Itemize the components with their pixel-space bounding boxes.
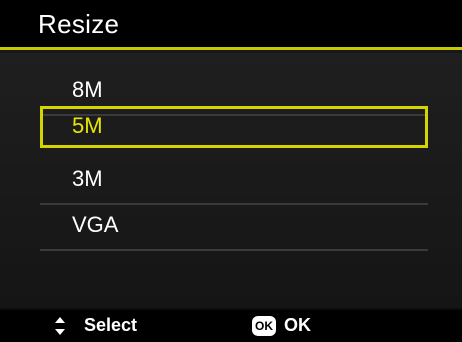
menu-item-3m[interactable]: 3M [40,159,428,205]
ok-button-icon: OK [252,315,276,336]
select-hint-label: Select [84,315,138,335]
resize-options-list: 8M 5M 3M VGA [0,53,462,308]
menu-item-vga[interactable]: VGA [40,205,428,251]
menu-item-5m[interactable]: 5M [40,106,428,148]
up-down-arrows-icon [55,316,65,335]
page-title: Resize [38,9,120,39]
ok-hint: OK OK [252,315,311,336]
camera-menu-screen: Resize 8M 5M 3M VGA Select OK OK [0,0,462,342]
title-bar: Resize [0,0,462,50]
select-hint: Select [54,315,137,336]
ok-hint-label: OK [284,315,311,335]
menu-item-8m[interactable]: 8M [40,70,428,116]
footer-hint-bar: Select OK OK [0,310,462,342]
